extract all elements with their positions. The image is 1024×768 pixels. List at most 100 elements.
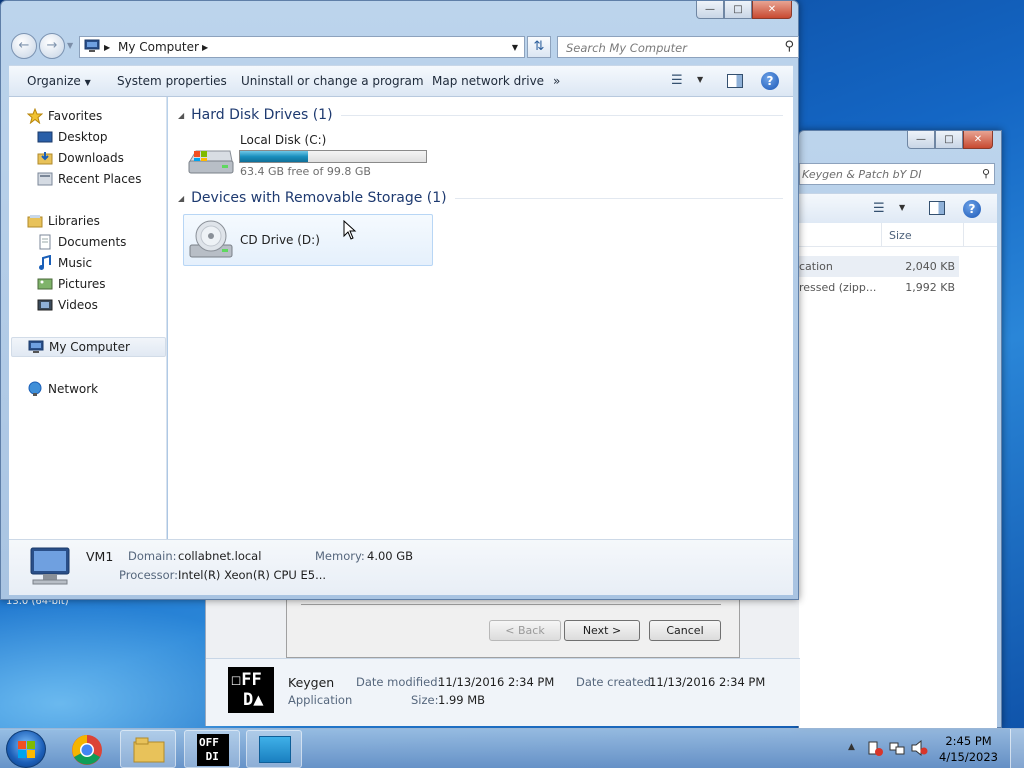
background-explorer-window[interactable]: — □ ✕ Keygen & Patch bY DI ⚲ ☰ ▼ ? Size … (798, 130, 1002, 729)
cd-drive-d[interactable]: CD Drive (D:) (183, 214, 433, 266)
start-button[interactable] (6, 730, 46, 768)
computer-large-icon (25, 546, 73, 591)
nav-desktop[interactable]: Desktop (37, 127, 108, 147)
drive-free-space: 63.4 GB free of 99.8 GB (240, 165, 371, 178)
local-disk-c[interactable]: Local Disk (C:) 63.4 GB free of 99.8 GB (186, 133, 436, 181)
nav-libraries[interactable]: Libraries (27, 211, 100, 231)
nav-my-computer[interactable]: My Computer (11, 337, 166, 357)
network-status-icon[interactable] (888, 739, 906, 760)
breadcrumb-separator-icon[interactable]: ▶ (104, 43, 110, 52)
recent-pages-chevron-icon[interactable]: ▼ (67, 41, 73, 50)
nav-network-label: Network (48, 382, 99, 396)
help-icon[interactable]: ? (963, 200, 981, 218)
setup-wizard-dialog: < Back Next > Cancel ☐FF D▲ Keygen Applic… (205, 598, 800, 726)
chrome-icon[interactable] (70, 733, 104, 768)
system-properties-button[interactable]: System properties (117, 74, 227, 88)
preview-pane-icon[interactable] (929, 201, 945, 215)
nav-favorites-label: Favorites (48, 109, 103, 123)
close-button[interactable]: ✕ (752, 1, 792, 19)
my-computer-window[interactable]: — □ ✕ ← → ▼ ▶ My Computer ▶ ▼ ⇅ Search M… (0, 0, 799, 600)
chevron-down-icon[interactable]: ▼ (697, 75, 703, 84)
search-input[interactable]: Search My Computer ⚲ (557, 36, 799, 58)
nav-documents[interactable]: Documents (37, 232, 126, 252)
preview-pane-icon[interactable] (727, 74, 743, 88)
file-type: Application (288, 693, 353, 707)
nav-music[interactable]: Music (37, 253, 92, 273)
search-icon[interactable]: ⚲ (982, 167, 990, 180)
nav-network[interactable]: Network (27, 379, 98, 399)
disk-usage-fill (240, 151, 308, 162)
bg-close-button[interactable]: ✕ (963, 131, 993, 149)
next-button[interactable]: Next > (564, 620, 640, 641)
domain-value: collabnet.local (178, 549, 262, 563)
size-label: Size: (411, 693, 439, 707)
cd-drive-icon (186, 219, 236, 266)
address-bar[interactable]: ▶ My Computer ▶ ▼ (79, 36, 525, 58)
group-hard-disk-drives[interactable]: ◢ Hard Disk Drives (1) (178, 107, 783, 123)
bg-maximize-button[interactable]: □ (935, 131, 963, 149)
network-icon (27, 381, 43, 397)
star-icon (26, 107, 44, 125)
recent-places-icon (37, 171, 53, 187)
help-icon[interactable]: ? (761, 72, 779, 90)
maximize-button[interactable]: □ (724, 1, 752, 19)
taskbar: OFF DI ▲ 2:45 PM 4/15/2023 (0, 728, 1024, 768)
forward-arrow-icon[interactable]: → (39, 33, 65, 59)
column-size[interactable]: Size (889, 229, 912, 242)
nav-videos[interactable]: Videos (37, 295, 98, 315)
bg-caption-buttons: — □ ✕ (907, 131, 993, 149)
keygen-taskbar-icon: OFF DI (197, 734, 229, 766)
nav-favorites[interactable]: Favorites (26, 106, 103, 126)
file-row[interactable]: cation 2,040 KB (799, 256, 959, 277)
wizard-separator (301, 604, 721, 605)
bg-toolbar: ☰ ▼ ? (799, 193, 997, 223)
nav-downloads-label: Downloads (58, 151, 124, 165)
map-network-drive-button[interactable]: Map network drive (432, 74, 544, 88)
bg-minimize-button[interactable]: — (907, 131, 935, 149)
pictures-icon (37, 276, 53, 292)
search-icon[interactable]: ⚲ (784, 39, 794, 54)
taskbar-keygen-button[interactable]: OFF DI (184, 730, 240, 768)
downloads-folder-icon (37, 150, 53, 166)
collapse-triangle-icon[interactable]: ◢ (178, 111, 184, 120)
bg-search-text: Keygen & Patch bY DI (802, 168, 922, 181)
address-dropdown-icon[interactable]: ▼ (512, 43, 518, 52)
action-center-icon[interactable] (866, 739, 884, 760)
chevron-down-icon[interactable]: ▼ (899, 203, 905, 212)
show-hidden-icons-icon[interactable]: ▲ (848, 742, 855, 752)
keygen-app-icon: ☐FF D▲ (228, 667, 274, 713)
taskbar-explorer-button[interactable] (120, 730, 176, 768)
file-row[interactable]: ressed (zipp... 1,992 KB (799, 277, 959, 298)
taskbar-clock[interactable]: 2:45 PM 4/15/2023 (939, 733, 998, 765)
group-divider (454, 197, 783, 199)
show-desktop-button[interactable] (1010, 729, 1024, 768)
caption-buttons: — □ ✕ (696, 1, 792, 19)
nav-recent-places[interactable]: Recent Places (37, 169, 141, 189)
volume-muted-icon[interactable] (910, 739, 928, 760)
cancel-button[interactable]: Cancel (649, 620, 721, 641)
bg-search-input[interactable]: Keygen & Patch bY DI ⚲ (799, 163, 995, 185)
breadcrumb-separator-icon[interactable]: ▶ (202, 43, 208, 52)
back-arrow-icon[interactable]: ← (11, 33, 37, 59)
back-button[interactable]: < Back (489, 620, 561, 641)
minimize-button[interactable]: — (696, 1, 724, 19)
breadcrumb-my-computer[interactable]: My Computer (118, 40, 199, 54)
view-options-icon[interactable]: ☰ (671, 73, 683, 88)
view-options-icon[interactable]: ☰ (873, 201, 885, 216)
nav-libraries-label: Libraries (48, 214, 100, 228)
organize-button[interactable]: Organize ▼ (27, 74, 91, 88)
more-commands-button[interactable]: » (553, 74, 560, 88)
group-removable-storage[interactable]: ◢ Devices with Removable Storage (1) (178, 190, 783, 206)
uninstall-program-button[interactable]: Uninstall or change a program (241, 74, 424, 88)
taskbar-setup-button[interactable] (246, 730, 302, 768)
clock-date: 4/15/2023 (939, 750, 998, 764)
collapse-triangle-icon[interactable]: ◢ (178, 194, 184, 203)
navigation-bar: ← → ▼ ▶ My Computer ▶ ▼ ⇅ Search My Comp… (9, 33, 799, 61)
refresh-icon[interactable]: ⇅ (527, 36, 551, 58)
processor-value: Intel(R) Xeon(R) CPU E5... (178, 568, 327, 582)
clock-time: 2:45 PM (945, 734, 992, 748)
hard-drive-icon (186, 143, 234, 180)
nav-downloads[interactable]: Downloads (37, 148, 124, 168)
nav-pictures[interactable]: Pictures (37, 274, 106, 294)
mouse-cursor-icon (343, 219, 357, 243)
